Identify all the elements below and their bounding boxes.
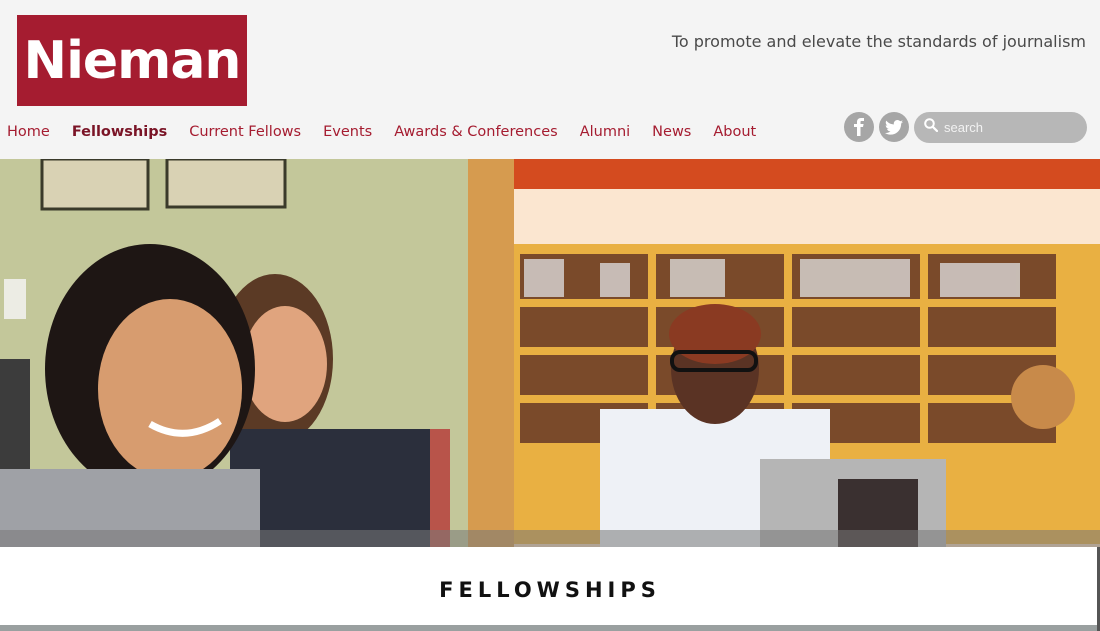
hero-photo — [0, 159, 1100, 547]
logo-text: Nieman — [23, 30, 242, 91]
nav-item-news[interactable]: News — [652, 122, 691, 142]
site-header: Nieman To promote and elevate the standa… — [0, 0, 1100, 159]
search-icon — [924, 118, 939, 137]
hero-illustration — [0, 159, 1100, 547]
nav-item-alumni[interactable]: Alumni — [580, 122, 630, 142]
site-tagline: To promote and elevate the standards of … — [671, 32, 1086, 51]
main-nav: Home Fellowships Current Fellows Events … — [7, 122, 778, 142]
section-divider — [0, 625, 1100, 631]
search-box[interactable] — [914, 112, 1087, 143]
nav-item-about[interactable]: About — [713, 122, 756, 142]
search-input[interactable] — [944, 120, 1074, 135]
nav-item-awards-conferences[interactable]: Awards & Conferences — [394, 122, 557, 142]
nav-item-home[interactable]: Home — [7, 122, 50, 142]
hero-overlay-strip — [0, 530, 1100, 547]
twitter-icon[interactable] — [879, 112, 909, 142]
nav-item-current-fellows[interactable]: Current Fellows — [189, 122, 301, 142]
nieman-logo[interactable]: Nieman — [17, 15, 247, 106]
facebook-icon[interactable] — [844, 112, 874, 142]
nav-item-fellowships[interactable]: Fellowships — [72, 122, 167, 142]
page-title: FELLOWSHIPS — [439, 578, 661, 602]
nav-item-events[interactable]: Events — [323, 122, 372, 142]
